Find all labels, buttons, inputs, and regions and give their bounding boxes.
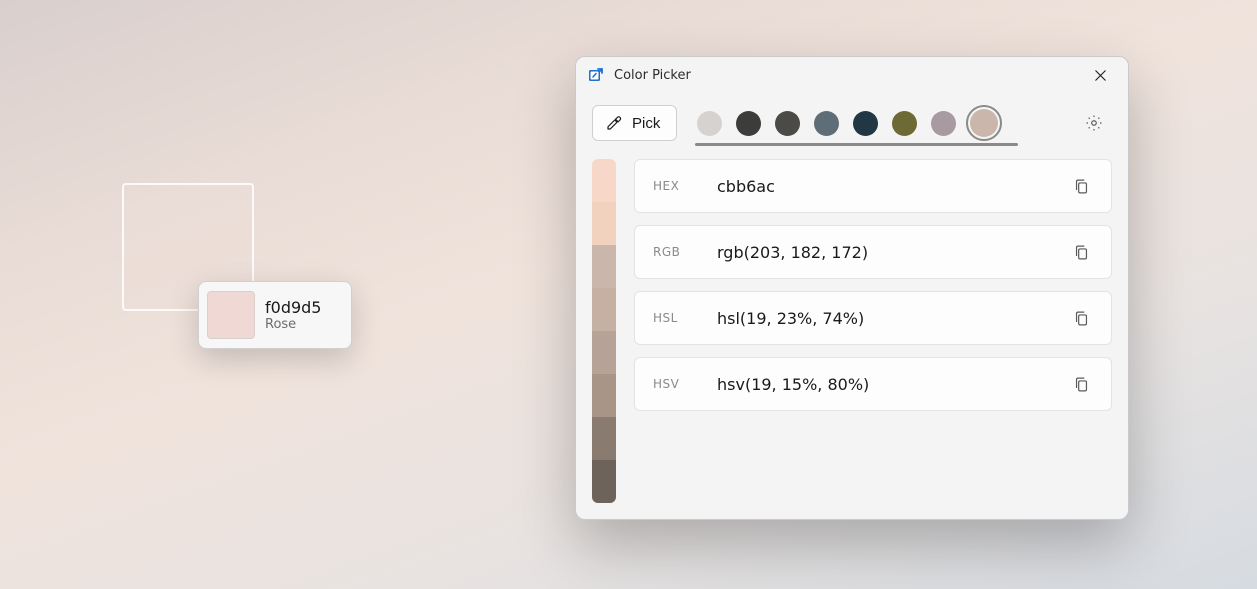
format-label-hsv: HSV <box>653 377 717 391</box>
close-button[interactable] <box>1078 60 1122 90</box>
shade-strip[interactable] <box>592 159 616 503</box>
close-icon <box>1095 70 1106 81</box>
copy-button-hex[interactable] <box>1065 170 1097 202</box>
shade-7[interactable] <box>592 460 616 503</box>
eyedrop-tooltip: f0d9d5 Rose <box>198 281 352 349</box>
color-history <box>691 109 1062 137</box>
eyedrop-color-name: Rose <box>265 317 321 333</box>
pick-button[interactable]: Pick <box>592 105 677 141</box>
eyedropper-icon <box>605 114 623 132</box>
history-swatch-3[interactable] <box>814 111 839 136</box>
shade-5[interactable] <box>592 374 616 417</box>
app-icon <box>588 67 604 83</box>
copy-button-hsv[interactable] <box>1065 368 1097 400</box>
eyedrop-text: f0d9d5 Rose <box>265 298 321 333</box>
shade-0[interactable] <box>592 159 616 202</box>
settings-button[interactable] <box>1076 105 1112 141</box>
shade-3[interactable] <box>592 288 616 331</box>
history-swatch-0[interactable] <box>697 111 722 136</box>
window-title: Color Picker <box>614 68 1078 83</box>
copy-button-hsl[interactable] <box>1065 302 1097 334</box>
eyedrop-swatch <box>207 291 255 339</box>
titlebar[interactable]: Color Picker <box>576 57 1128 93</box>
format-label-rgb: RGB <box>653 245 717 259</box>
content-area: HEXcbb6ac RGBrgb(203, 182, 172) HSLhsl(19,… <box>576 151 1128 519</box>
shade-2[interactable] <box>592 245 616 288</box>
format-value-hsv[interactable]: hsv(19, 15%, 80%) <box>717 375 1065 394</box>
history-swatch-4[interactable] <box>853 111 878 136</box>
history-swatch-6[interactable] <box>931 111 956 136</box>
history-swatch-5[interactable] <box>892 111 917 136</box>
format-value-rgb[interactable]: rgb(203, 182, 172) <box>717 243 1065 262</box>
format-value-hex[interactable]: cbb6ac <box>717 177 1065 196</box>
copy-icon <box>1073 178 1090 195</box>
history-swatch-7[interactable] <box>970 109 998 137</box>
pick-button-label: Pick <box>632 115 660 132</box>
format-row-hex: HEXcbb6ac <box>634 159 1112 213</box>
shade-4[interactable] <box>592 331 616 374</box>
copy-icon <box>1073 376 1090 393</box>
color-picker-window: Color Picker Pick HEXcbb6a <box>575 56 1129 520</box>
shade-1[interactable] <box>592 202 616 245</box>
format-row-rgb: RGBrgb(203, 182, 172) <box>634 225 1112 279</box>
format-label-hsl: HSL <box>653 311 717 325</box>
copy-button-rgb[interactable] <box>1065 236 1097 268</box>
history-scrollbar[interactable] <box>695 143 1018 146</box>
format-row-hsl: HSLhsl(19, 23%, 74%) <box>634 291 1112 345</box>
format-label-hex: HEX <box>653 179 717 193</box>
eyedrop-hex: f0d9d5 <box>265 298 321 317</box>
format-rows: HEXcbb6ac RGBrgb(203, 182, 172) HSLhsl(19,… <box>634 159 1112 503</box>
copy-icon <box>1073 310 1090 327</box>
gear-icon <box>1085 114 1103 132</box>
shade-6[interactable] <box>592 417 616 460</box>
history-swatch-1[interactable] <box>736 111 761 136</box>
format-row-hsv: HSVhsv(19, 15%, 80%) <box>634 357 1112 411</box>
format-value-hsl[interactable]: hsl(19, 23%, 74%) <box>717 309 1065 328</box>
history-swatch-2[interactable] <box>775 111 800 136</box>
copy-icon <box>1073 244 1090 261</box>
toolbar: Pick <box>576 93 1128 151</box>
